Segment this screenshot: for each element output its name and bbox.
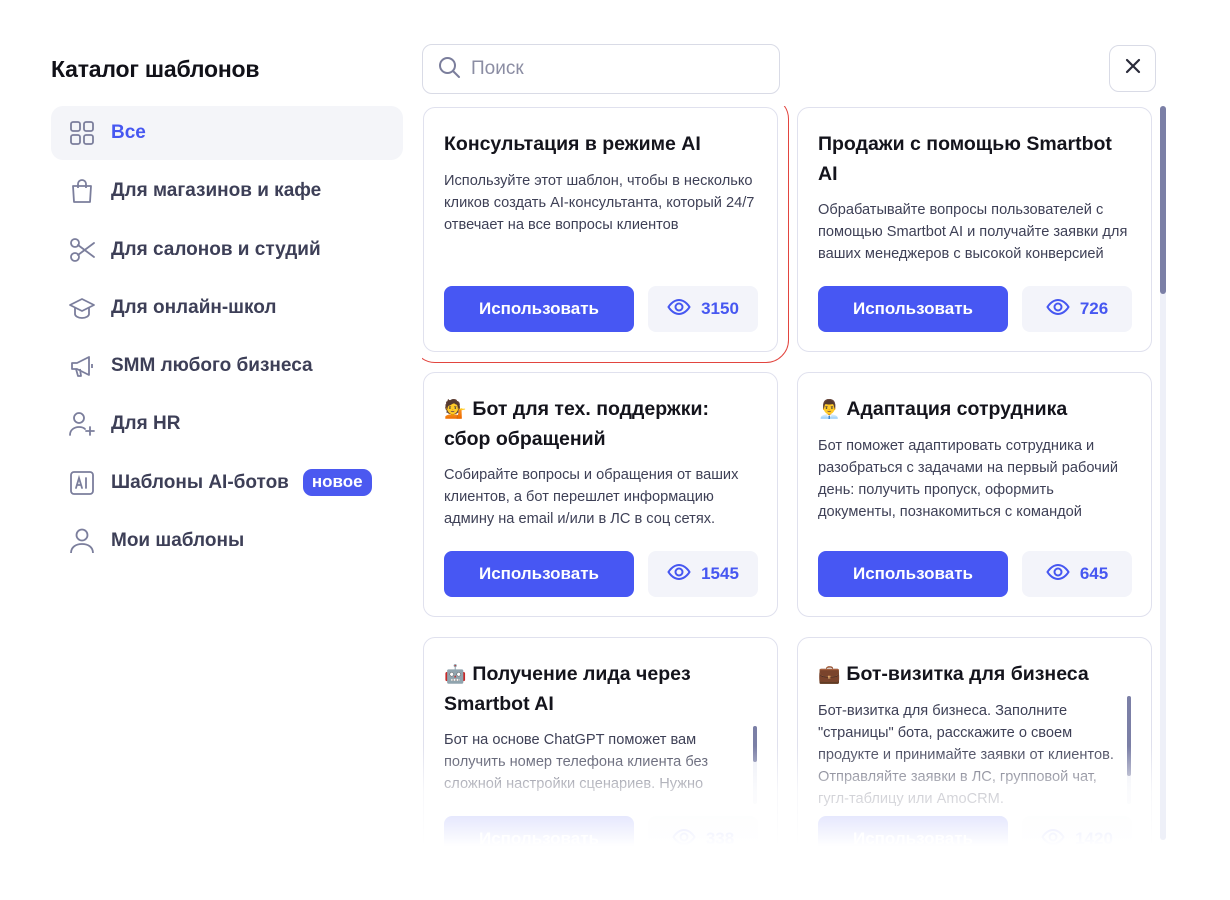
template-card[interactable]: Продажи с помощью Smartbot AI Обрабатыва… [797, 107, 1152, 352]
card-title: 🤖 Получение лида через Smartbot AI [444, 663, 691, 715]
card-scrollbar[interactable] [1127, 696, 1131, 804]
card-description: Собирайте вопросы и обращения от ваших к… [444, 467, 739, 527]
shopping-bag-icon [68, 177, 96, 205]
views-counter: 338 [648, 816, 758, 846]
sidebar-item-hr[interactable]: Для HR [51, 397, 403, 451]
sidebar-item-label: SMM любого бизнеса [111, 355, 313, 377]
category-sidebar: Все Для магазинов и кафе Для салонов и с… [51, 106, 403, 572]
sidebar-item-label: Для HR [111, 413, 181, 435]
views-counter: 1545 [648, 551, 758, 597]
template-card[interactable]: 🤖 Получение лида через Smartbot AI Бот на… [423, 637, 778, 846]
views-counter: 726 [1022, 286, 1132, 332]
sidebar-item-my-templates[interactable]: Мои шаблоны [51, 514, 403, 568]
card-description: Используйте этот шаблон, чтобы в несколь… [444, 172, 755, 233]
eye-icon [672, 825, 706, 847]
emoji-icon: 👨‍💼 [818, 399, 841, 420]
template-card[interactable]: 💼 Бот-визитка для бизнеса Бот-визитка для… [797, 637, 1152, 846]
catalog-title: Каталог шаблонов [51, 56, 260, 82]
sidebar-item-label: Мои шаблоны [111, 530, 245, 552]
sidebar-item-label: Для салонов и студий [111, 238, 321, 260]
eye-icon [1046, 560, 1080, 589]
graduation-cap-icon [68, 294, 96, 322]
emoji-icon: 🤖 [444, 664, 467, 685]
search-input[interactable] [471, 58, 761, 80]
views-counter: 1420 [1022, 816, 1132, 846]
eye-icon [667, 560, 701, 589]
emoji-icon: 💁 [444, 399, 467, 420]
catalog-scrollbar[interactable] [1160, 106, 1166, 840]
sidebar-item-label: Для магазинов и кафе [111, 180, 322, 202]
search-field[interactable] [422, 44, 780, 94]
sidebar-item-label: Для онлайн-школ [111, 296, 277, 318]
user-plus-icon [68, 410, 96, 438]
card-description: Бот на основе ChatGPT поможет вам получи… [444, 732, 712, 799]
ai-icon [68, 469, 96, 497]
card-description: Бот поможет адаптировать сотрудника и ра… [818, 437, 1119, 520]
sidebar-item-shops[interactable]: Для магазинов и кафе [51, 164, 403, 218]
close-button[interactable] [1109, 45, 1156, 92]
scissors-icon [68, 236, 96, 264]
views-count: 645 [1079, 564, 1109, 583]
new-badge: новое [302, 469, 372, 497]
views-counter: 3150 [648, 286, 758, 332]
grid-icon [68, 119, 96, 147]
use-template-button[interactable]: Использовать [818, 816, 1008, 846]
user-icon [68, 527, 96, 555]
sidebar-item-salons[interactable]: Для салонов и студий [51, 223, 403, 277]
card-description: Обрабатывайте вопросы пользователей с по… [818, 202, 1128, 262]
megaphone-icon [68, 352, 96, 380]
card-description: Бот-визитка для бизнеса. Заполните "стра… [818, 702, 1114, 807]
sidebar-item-ai-templates[interactable]: Шаблоны AI-ботов новое [51, 456, 403, 510]
template-card[interactable]: 💁 Бот для тех. поддержки: сбор обращений … [423, 372, 778, 617]
template-card[interactable]: Консультация в режиме AI Используйте это… [422, 106, 789, 363]
views-count: 338 [705, 829, 735, 846]
emoji-icon: 💼 [818, 664, 841, 685]
sidebar-item-label: Все [111, 122, 146, 143]
search-icon [437, 55, 471, 84]
card-title: Продажи с помощью Smartbot AI [818, 133, 1112, 185]
views-count: 1420 [1075, 829, 1113, 846]
scrollbar-thumb[interactable] [1160, 106, 1166, 294]
card-scrollbar[interactable] [753, 726, 757, 804]
use-template-button[interactable]: Использовать [818, 551, 1008, 597]
views-counter: 645 [1022, 551, 1132, 597]
template-grid: Консультация в режиме AI Используйте это… [422, 106, 1152, 846]
use-template-button[interactable]: Использовать [444, 286, 634, 332]
use-template-button[interactable]: Использовать [444, 551, 634, 597]
sidebar-item-schools[interactable]: Для онлайн-школ [51, 281, 403, 335]
views-count: 726 [1079, 299, 1109, 318]
sidebar-item-label: Шаблоны AI-ботов [111, 471, 289, 493]
sidebar-item-all[interactable]: Все [51, 106, 403, 160]
sidebar-item-smm[interactable]: SMM любого бизнеса [51, 339, 403, 393]
eye-icon [1041, 825, 1075, 847]
use-template-button[interactable]: Использовать [818, 286, 1008, 332]
card-title: 👨‍💼 Адаптация сотрудника [818, 398, 1068, 420]
card-title: 💼 Бот-визитка для бизнеса [818, 663, 1089, 685]
eye-icon [667, 295, 701, 324]
template-card[interactable]: 👨‍💼 Адаптация сотрудника Бот поможет адап… [797, 372, 1152, 617]
use-template-button[interactable]: Использовать [444, 816, 634, 846]
eye-icon [1046, 295, 1080, 324]
card-title: 💁 Бот для тех. поддержки: сбор обращений [444, 398, 709, 450]
views-count: 1545 [701, 564, 739, 583]
close-icon [1123, 56, 1143, 81]
card-title: Консультация в режиме AI [444, 133, 701, 155]
views-count: 3150 [701, 299, 739, 318]
